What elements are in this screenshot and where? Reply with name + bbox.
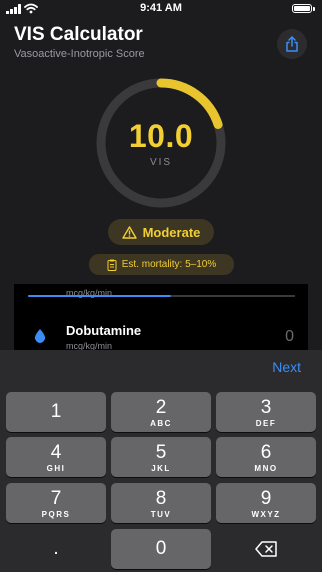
key-digit: 9: [260, 488, 272, 509]
key-digit: 7: [50, 488, 62, 509]
key-8[interactable]: 8 TUV: [111, 483, 211, 523]
key-digit: 5: [155, 442, 167, 463]
key-9[interactable]: 9 WXYZ: [216, 483, 316, 523]
severity-badge: Moderate: [108, 219, 214, 245]
mortality-badge: Est. mortality: 5–10%: [89, 254, 234, 275]
battery-icon: [292, 4, 312, 13]
dose-slider-fill: [28, 295, 171, 297]
key-3[interactable]: 3 DEF: [216, 392, 316, 432]
drug-dose-input[interactable]: 0: [285, 328, 294, 346]
dose-slider-track[interactable]: [171, 295, 295, 297]
key-letters: MNO: [254, 464, 278, 473]
drop-icon: [34, 329, 46, 343]
drug-row[interactable]: Dobutamine mcg/kg/min 0: [14, 320, 308, 350]
key-0[interactable]: 0: [111, 529, 211, 569]
battery-nub: [313, 7, 315, 11]
key-digit: 4: [50, 442, 62, 463]
backspace-icon: [255, 541, 277, 557]
key-backspace[interactable]: [216, 529, 316, 569]
score-label: VIS: [149, 157, 173, 168]
share-button[interactable]: [277, 29, 307, 59]
drug-list[interactable]: mcg/kg/min Dobutamine mcg/kg/min 0: [14, 284, 308, 350]
key-letters: GHI: [46, 464, 66, 473]
key-letters: WXYZ: [251, 510, 281, 519]
key-digit: 6: [260, 442, 272, 463]
key-digit: 3: [260, 397, 272, 418]
clipboard-icon: [107, 259, 117, 271]
key-4[interactable]: 4 GHI: [6, 437, 106, 477]
key-1[interactable]: 1: [6, 392, 106, 432]
key-6[interactable]: 6 MNO: [216, 437, 316, 477]
key-digit: .: [53, 538, 59, 559]
warning-icon: [121, 225, 137, 239]
key-letters: DEF: [255, 419, 277, 428]
key-letters: JKL: [151, 464, 171, 473]
status-bar: 9:41 AM: [0, 0, 322, 18]
key-decimal[interactable]: .: [6, 529, 106, 569]
key-digit: 0: [155, 538, 167, 559]
mortality-label: Est. mortality: 5–10%: [121, 259, 217, 270]
share-icon: [286, 36, 298, 52]
drug-name: Dobutamine: [66, 323, 142, 338]
page-subtitle: Vasoactive-Inotropic Score: [14, 48, 145, 60]
page-title: VIS Calculator: [14, 24, 143, 45]
score-value: 10.0: [128, 118, 194, 154]
next-button[interactable]: Next: [272, 359, 301, 375]
numeric-keypad: 1 2 ABC 3 DEF 4 GHI 5 JKL 6 MNO 7 PQRS 8…: [0, 386, 322, 572]
key-digit: 2: [155, 397, 167, 418]
key-2[interactable]: 2 ABC: [111, 392, 211, 432]
key-5[interactable]: 5 JKL: [111, 437, 211, 477]
key-digit: 8: [155, 488, 167, 509]
severity-label: Moderate: [142, 224, 201, 240]
status-time: 9:41 AM: [140, 2, 182, 14]
drug-row[interactable]: mcg/kg/min: [14, 284, 308, 314]
drug-unit: mcg/kg/min: [66, 341, 113, 350]
key-digit: 1: [50, 401, 62, 422]
key-letters: TUV: [150, 510, 172, 519]
key-letters: ABC: [150, 419, 172, 428]
key-7[interactable]: 7 PQRS: [6, 483, 106, 523]
key-letters: PQRS: [41, 510, 71, 519]
keyboard-accessory-bar: Next: [0, 350, 322, 386]
